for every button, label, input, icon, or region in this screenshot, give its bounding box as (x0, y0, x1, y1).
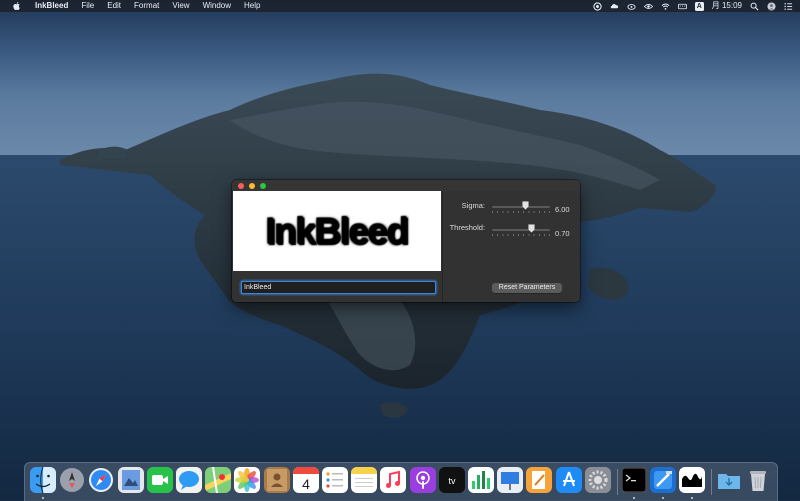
spotlight-icon[interactable] (750, 2, 759, 11)
inkbleed-window: InkBleed Sigma: 6.00 Threshold: 0.70 Res… (232, 180, 580, 302)
maps-icon[interactable] (205, 467, 232, 493)
slider-ticks (492, 234, 550, 236)
sigma-slider[interactable] (492, 201, 550, 213)
trash-icon[interactable] (745, 467, 771, 493)
menu-help[interactable]: Help (244, 0, 260, 12)
sigma-label: Sigma: (461, 201, 485, 210)
contacts-icon[interactable] (263, 467, 290, 493)
apple-menu-icon[interactable] (11, 0, 21, 12)
wifi-icon[interactable] (661, 2, 670, 11)
calendar-icon[interactable]: 4 (292, 467, 319, 493)
cloud-icon[interactable] (627, 2, 636, 11)
threshold-value: 0.70 (555, 229, 570, 238)
menu-window[interactable]: Window (203, 0, 231, 12)
title-bar[interactable] (232, 180, 580, 191)
vpn-icon[interactable] (593, 1, 602, 11)
dock-separator (616, 469, 618, 495)
pages-icon[interactable] (526, 467, 553, 493)
facetime-icon[interactable] (146, 467, 173, 493)
app-store-icon[interactable] (555, 467, 582, 493)
menu-format[interactable]: Format (134, 0, 159, 12)
user-icon[interactable] (767, 1, 776, 11)
clock[interactable]: 月 15:09 (712, 0, 742, 12)
keyboard-icon[interactable] (677, 2, 687, 11)
safari-icon[interactable] (88, 467, 114, 493)
downloads-folder-icon[interactable] (716, 467, 742, 493)
launchpad-icon[interactable] (59, 467, 85, 493)
zoom-button[interactable] (260, 183, 266, 189)
running-indicator (662, 497, 665, 499)
slider-ticks (492, 211, 550, 213)
inkbleed-app-icon[interactable] (679, 467, 706, 493)
close-button[interactable] (238, 183, 244, 189)
preview-icon[interactable] (117, 467, 144, 493)
preview-text: InkBleed (265, 210, 410, 252)
system-preferences-icon[interactable] (584, 467, 611, 493)
finder-icon[interactable] (30, 467, 56, 493)
running-indicator (42, 497, 44, 499)
music-icon[interactable] (380, 467, 407, 493)
slider-thumb[interactable] (528, 224, 535, 233)
slider-track (492, 229, 550, 231)
sigma-value: 6.00 (555, 205, 570, 214)
slider-track (492, 206, 550, 208)
creative-cloud-icon[interactable] (610, 2, 619, 11)
dock-separator (711, 469, 713, 495)
menu-edit[interactable]: Edit (107, 0, 121, 12)
input-source-icon[interactable]: A (694, 1, 704, 11)
dock: 4 tv (24, 462, 778, 501)
terminal-icon[interactable] (621, 467, 647, 493)
preview-canvas: InkBleed (233, 191, 441, 271)
running-indicator (691, 497, 694, 499)
numbers-icon[interactable] (468, 467, 494, 493)
notes-icon[interactable] (351, 467, 378, 493)
eye-icon[interactable] (643, 2, 653, 11)
tv-icon[interactable]: tv (438, 467, 465, 493)
tv-label: tv (448, 476, 456, 486)
minimize-button[interactable] (249, 183, 255, 189)
status-area: A 月 15:09 (585, 0, 800, 12)
menu-view[interactable]: View (172, 0, 189, 12)
running-indicator (633, 497, 635, 499)
slider-thumb[interactable] (522, 201, 529, 210)
notification-center-icon[interactable] (784, 2, 793, 11)
threshold-slider[interactable] (492, 224, 550, 236)
threshold-label: Threshold: (449, 223, 485, 232)
reset-parameters-button[interactable]: Reset Parameters (492, 283, 562, 293)
messages-icon[interactable] (176, 467, 202, 493)
text-field[interactable] (241, 281, 436, 294)
menu-bar: InkBleed File Edit Format View Window He… (0, 0, 800, 12)
calendar-day-number: 4 (302, 476, 310, 492)
podcasts-icon[interactable] (409, 467, 436, 493)
xcode-icon[interactable] (650, 467, 677, 493)
photos-icon[interactable] (234, 467, 261, 493)
menu-file[interactable]: File (81, 0, 94, 12)
keynote-icon[interactable] (497, 467, 524, 493)
menu-app-name[interactable]: InkBleed (35, 0, 68, 12)
reminders-icon[interactable] (322, 467, 348, 493)
